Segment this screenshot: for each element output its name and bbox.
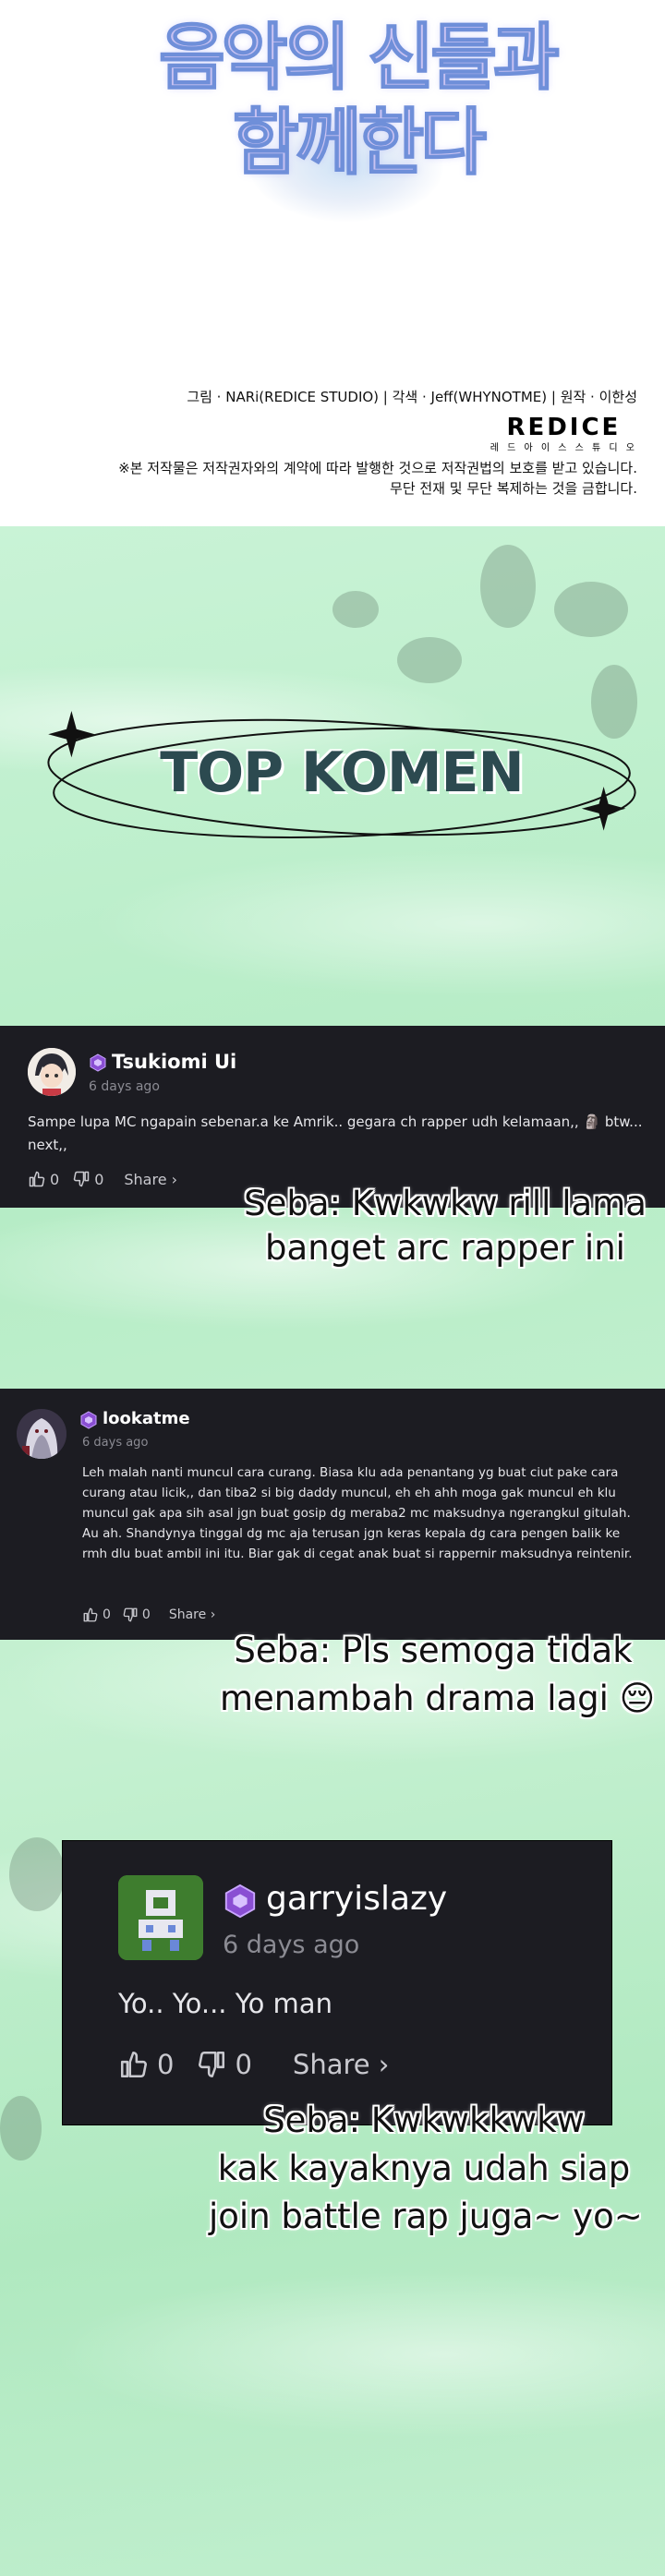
comment-username[interactable]: lookatme	[103, 1409, 190, 1428]
studio-logo: REDICE 레 드 아 이 스 스 튜 디 오	[490, 415, 637, 453]
leaf-shadow	[480, 545, 536, 628]
top-komen-heading: TOP KOMEN	[42, 711, 642, 849]
thumbs-up-icon	[83, 1607, 98, 1622]
like-button[interactable]: 0	[118, 2049, 174, 2080]
caption-line-2: kak kayaknya udah siap	[217, 2149, 631, 2188]
comment-card: Tsukiomi Ui 6 days ago Sampe lupa MC nga…	[0, 1026, 665, 1208]
like-button[interactable]: 0	[82, 1607, 111, 1623]
comment-card: garryislazy 6 days ago Yo.. Yo... Yo man…	[62, 1840, 612, 2125]
caption-line-1: Seba: Pls semoga tidak	[234, 1631, 633, 1670]
studio-logo-subtitle: 레 드 아 이 스 스 튜 디 오	[490, 443, 637, 453]
like-count: 0	[50, 1170, 60, 1188]
series-title-logo: 음악의 신들과 함께한다	[148, 0, 561, 226]
comment-actions: 0 0 Share ›	[118, 2049, 389, 2080]
credits-line: 그림 · NARi(REDICE STUDIO) | 각색 · Jeff(WHY…	[187, 389, 637, 405]
share-button[interactable]: Share ›	[124, 1171, 177, 1188]
translator-caption: Seba: Kwkwkkwkw kak kayaknya udah siap j…	[209, 2097, 643, 2241]
caption-line-3: join battle rap juga~ yo~	[209, 2197, 643, 2236]
share-button[interactable]: Share ›	[293, 2049, 390, 2080]
copyright-notice-line-1: ※본 저작물은 저작권자와의 계약에 따라 발행한 것으로 저작권법의 보호를 …	[118, 460, 637, 476]
dislike-button[interactable]: 0	[196, 2049, 252, 2080]
thumbs-down-icon	[199, 2051, 225, 2078]
leaf-shadow	[554, 582, 628, 637]
comment-card: lookatme 6 days ago Leh malah nanti munc…	[0, 1389, 665, 1640]
comment-actions: 0 0 Share ›	[82, 1607, 215, 1623]
thumbs-up-icon	[29, 1171, 45, 1187]
avatar[interactable]	[118, 1875, 203, 1960]
copyright-notice-line-2: 무단 전재 및 무단 복제하는 것을 금합니다.	[390, 480, 637, 497]
comment-timestamp: 6 days ago	[89, 1079, 160, 1094]
top-komen-title: TOP KOMEN	[160, 740, 525, 805]
title-line-2: 함께한다	[232, 101, 488, 186]
thumbs-down-icon	[73, 1171, 90, 1187]
comment-username[interactable]: Tsukiomi Ui	[112, 1051, 236, 1073]
leaf-shadow	[9, 1837, 65, 1911]
like-count: 0	[103, 1607, 111, 1622]
leaf-shadow	[397, 637, 462, 683]
translator-caption: Seba: Pls semoga tidak menambah drama la…	[220, 1627, 656, 1723]
caption-line-1: Seba: Kwkwkkwkw	[263, 2101, 585, 2140]
like-count: 0	[157, 2049, 175, 2080]
leaf-shadow	[332, 591, 379, 628]
dislike-count: 0	[141, 1607, 151, 1622]
avatar[interactable]	[17, 1409, 66, 1459]
dislike-button[interactable]: 0	[72, 1170, 103, 1188]
hexagon-badge-icon	[224, 1884, 256, 1919]
leaf-shadow	[0, 2096, 42, 2161]
hexagon-badge-icon	[90, 1053, 106, 1072]
comment-username[interactable]: garryislazy	[266, 1880, 447, 1918]
dislike-button[interactable]: 0	[122, 1607, 151, 1623]
thumbs-down-icon	[123, 1607, 138, 1622]
like-button[interactable]: 0	[28, 1170, 59, 1188]
caption-line-2: banget arc rapper ini	[265, 1228, 625, 1268]
comment-text: Leh malah nanti muncul cara curang. Bias…	[82, 1465, 633, 1561]
comment-text: Yo.. Yo... Yo man	[118, 1988, 332, 2019]
dislike-count: 0	[235, 2049, 252, 2080]
share-button[interactable]: Share ›	[169, 1607, 215, 1622]
caption-line-2: menambah drama lagi 😔	[220, 1679, 656, 1718]
thumbs-up-icon	[120, 2051, 147, 2078]
comment-actions: 0 0 Share ›	[28, 1170, 177, 1188]
studio-logo-word: REDICE	[506, 414, 622, 441]
copyright-notice: ※본 저작물은 저작권자와의 계약에 따라 발행한 것으로 저작권법의 보호를 …	[28, 458, 637, 499]
dislike-count: 0	[94, 1170, 104, 1188]
comment-text: Sampe lupa MC ngapain sebenar.a ke Amrik…	[28, 1113, 643, 1153]
comment-timestamp: 6 days ago	[223, 1931, 360, 1959]
avatar[interactable]	[28, 1048, 76, 1096]
hexagon-badge-icon	[80, 1411, 97, 1429]
translator-caption: Seba: Kwkwkw rill lama banget arc rapper…	[242, 1182, 648, 1270]
caption-line-1: Seba: Kwkwkw rill lama	[244, 1184, 647, 1223]
comment-timestamp: 6 days ago	[82, 1436, 149, 1450]
